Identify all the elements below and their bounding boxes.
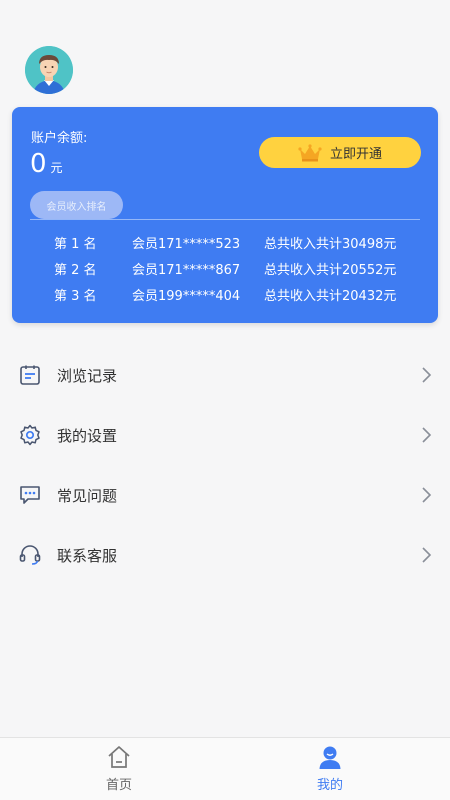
chat-icon <box>20 486 40 504</box>
headset-icon <box>19 545 41 565</box>
calendar-icon <box>20 365 40 385</box>
menu-item-my-settings[interactable]: 我的设置 <box>0 405 450 465</box>
rank-income: 总共收入共计20552元 <box>264 263 397 278</box>
chevron-right-icon <box>422 427 432 443</box>
user-avatar-icon <box>25 46 73 94</box>
chevron-right-icon <box>422 487 432 503</box>
menu-item-label: 浏览记录 <box>57 367 118 385</box>
gear-icon <box>20 424 40 446</box>
ranking-tab[interactable]: 会员收入排名 <box>30 191 123 219</box>
ranking-row: 第 3 名 会员199*****404 总共收入共计20432元 <box>12 281 438 307</box>
rank-income: 总共收入共计20432元 <box>264 289 397 304</box>
menu-item-label: 常见问题 <box>57 487 118 505</box>
rank-place: 第 2 名 <box>54 263 97 278</box>
vip-activate-button[interactable]: 立即开通 <box>259 137 421 168</box>
rank-place: 第 1 名 <box>54 237 97 252</box>
avatar[interactable] <box>25 46 73 94</box>
balance-row: 0 元 <box>30 149 63 179</box>
menu-item-label: 我的设置 <box>57 427 118 445</box>
menu-item-faq[interactable]: 常见问题 <box>0 465 450 525</box>
chevron-right-icon <box>422 367 432 383</box>
menu-item-label: 联系客服 <box>57 547 118 565</box>
nav-label: 我的 <box>316 778 343 793</box>
menu-item-contact-support[interactable]: 联系客服 <box>0 525 450 585</box>
menu-item-browsing-history[interactable]: 浏览记录 <box>0 345 450 405</box>
rank-member: 会员171*****867 <box>132 263 241 278</box>
bottom-nav: 首页 我的 <box>0 737 450 800</box>
balance-label: 账户余额: <box>31 131 88 146</box>
ranking-list: 第 1 名 会员171*****523 总共收入共计30498元 第 2 名 会… <box>12 229 438 307</box>
menu-list: 浏览记录 我的设置 常见问题 联系客服 <box>0 345 450 585</box>
balance-value: 0 <box>30 149 47 179</box>
ranking-row: 第 1 名 会员171*****523 总共收入共计30498元 <box>12 229 438 255</box>
profile-page: 账户余额: 0 元 立即开通 会员收入排名 第 1 名 会员171*****52… <box>0 0 450 800</box>
nav-item-home[interactable]: 首页 <box>59 744 179 798</box>
rank-place: 第 3 名 <box>54 289 97 304</box>
balance-card: 账户余额: 0 元 立即开通 会员收入排名 第 1 名 会员171*****52… <box>12 107 438 323</box>
nav-item-mine[interactable]: 我的 <box>270 744 390 798</box>
rank-income: 总共收入共计30498元 <box>264 237 397 252</box>
vip-button-label: 立即开通 <box>329 147 382 162</box>
divider <box>30 219 420 220</box>
nav-label: 首页 <box>105 778 132 793</box>
ranking-row: 第 2 名 会员171*****867 总共收入共计20552元 <box>12 255 438 281</box>
crown-icon <box>298 143 322 161</box>
balance-unit: 元 <box>50 161 63 175</box>
home-icon <box>108 746 130 768</box>
user-icon <box>319 746 341 769</box>
rank-member: 会员171*****523 <box>132 237 241 252</box>
rank-member: 会员199*****404 <box>132 289 241 304</box>
chevron-right-icon <box>422 547 432 563</box>
